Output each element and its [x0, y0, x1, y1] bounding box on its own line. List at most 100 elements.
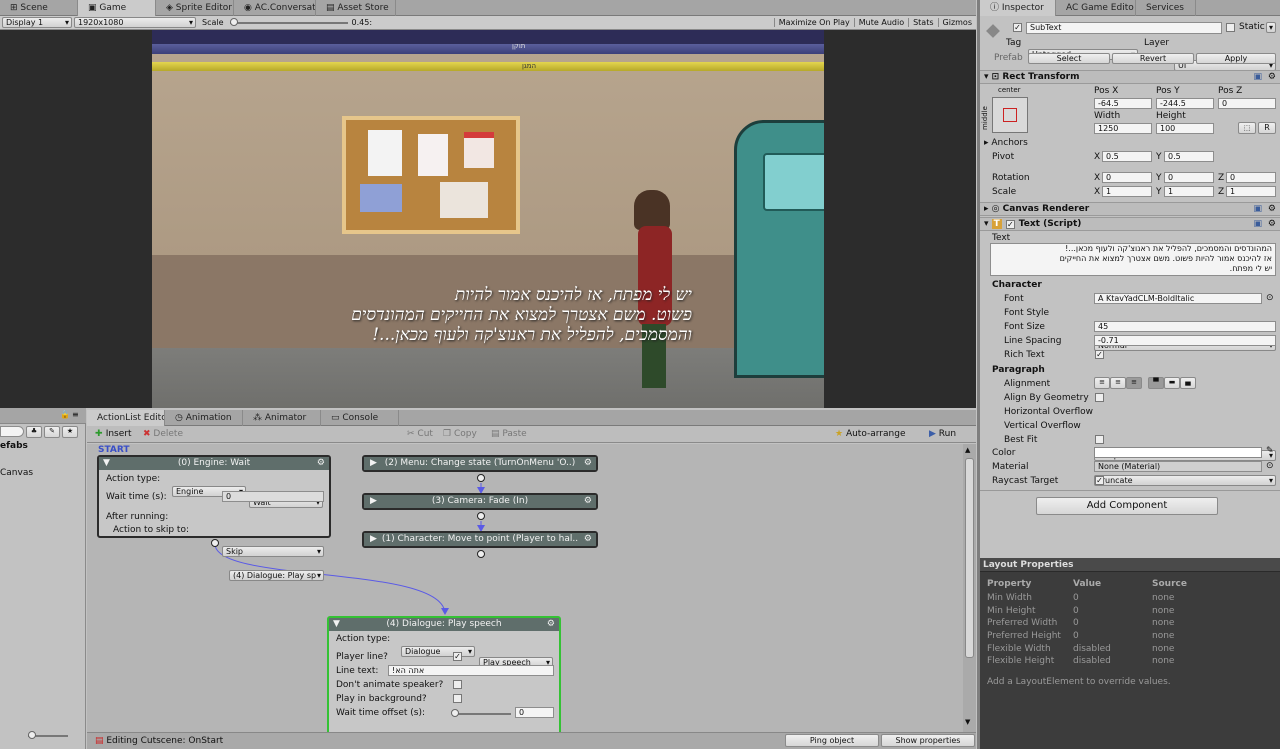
gizmos-button[interactable]: Gizmos: [937, 18, 976, 27]
node-header[interactable]: ▶ (1) Character: Move to point (Player to…: [364, 533, 596, 546]
rot-y-field[interactable]: 0: [1164, 172, 1214, 183]
node-output-pin[interactable]: [211, 539, 219, 547]
line-spacing-field[interactable]: -0.71: [1094, 335, 1276, 346]
tab-console[interactable]: ▭ Console: [321, 410, 399, 426]
delete-button[interactable]: ✖ Delete: [143, 429, 183, 439]
tab-game[interactable]: ▣ Game: [78, 0, 156, 16]
posx-field[interactable]: -64.5: [1094, 98, 1152, 109]
paste-button[interactable]: ▤ Paste: [491, 429, 527, 439]
action-node-dialogue-play-speech[interactable]: ▼ (4) Dialogue: Play speech ⚙ Action type:…: [327, 616, 561, 732]
vertical-overflow-dropdown[interactable]: Truncate: [1094, 475, 1276, 486]
favorites-star-icon[interactable]: ★: [62, 426, 78, 438]
pivot-x-field[interactable]: 0.5: [1102, 151, 1152, 162]
action-category-dropdown[interactable]: Dialogue: [401, 646, 475, 657]
node-header[interactable]: ▶ (2) Menu: Change state (TurnOnMenu 'O..…: [364, 457, 596, 470]
settings-gear-icon[interactable]: ⚙: [547, 618, 555, 631]
help-icon[interactable]: ▣: [1253, 218, 1262, 230]
action-node-engine-wait[interactable]: ▼(0) Engine: Wait⚙ Action type: Engine W…: [97, 455, 331, 581]
static-dropdown[interactable]: [1266, 22, 1276, 33]
tab-inspector[interactable]: ⓘ Inspector: [980, 0, 1056, 16]
copy-button[interactable]: ❐ Copy: [443, 429, 477, 439]
expand-triangle-icon[interactable]: ▶: [370, 457, 377, 470]
tab-animator[interactable]: ⁂ Animator: [243, 410, 321, 426]
raycast-target-checkbox[interactable]: ✓: [1095, 476, 1104, 485]
raw-edit-button[interactable]: R: [1258, 122, 1276, 134]
tab-animation[interactable]: ◷ Animation: [165, 410, 243, 426]
collapse-triangle-icon[interactable]: ▼: [333, 618, 340, 631]
project-search-input[interactable]: [0, 426, 24, 437]
color-swatch[interactable]: [1094, 447, 1262, 458]
tab-asset-store[interactable]: ▤ Asset Store: [316, 0, 396, 16]
dont-animate-checkbox[interactable]: [453, 680, 462, 689]
font-field[interactable]: A KtavYadCLM-BoldItalic: [1094, 293, 1262, 304]
best-fit-checkbox[interactable]: [1095, 435, 1104, 444]
game-viewport[interactable]: תוקן המגן יש לי מפתח, אז להיכנס אמור להי…: [152, 30, 824, 408]
menu-icon[interactable]: ≡: [72, 410, 79, 419]
collapse-triangle-icon[interactable]: ▼: [103, 457, 110, 470]
prefab-revert-button[interactable]: Revert: [1112, 53, 1194, 64]
object-picker-icon[interactable]: ⊙: [1266, 461, 1274, 471]
show-properties-button[interactable]: Show properties: [881, 734, 975, 747]
tab-scene[interactable]: ⊞ Scene: [0, 0, 78, 16]
insert-button[interactable]: ✚ Insert: [95, 429, 132, 439]
eyedropper-icon[interactable]: ✎: [1266, 446, 1274, 456]
prefab-select-button[interactable]: Select: [1028, 53, 1110, 64]
add-component-button[interactable]: Add Component: [1036, 497, 1218, 515]
help-icon[interactable]: ▣: [1253, 71, 1262, 83]
rot-z-field[interactable]: 0: [1226, 172, 1276, 183]
anchor-preset-button[interactable]: [992, 97, 1028, 133]
wait-time-field[interactable]: 0: [222, 491, 324, 502]
filter-type-icon[interactable]: ♣: [26, 426, 42, 438]
actionlist-scrollbar[interactable]: ▲ ▼: [963, 444, 976, 732]
scale-x-field[interactable]: 1: [1102, 186, 1152, 197]
scale-slider[interactable]: [229, 17, 348, 26]
align-center-button[interactable]: ≡: [1110, 377, 1126, 389]
align-top-button[interactable]: ▀: [1148, 377, 1164, 389]
maximize-on-play-button[interactable]: Maximize On Play: [773, 18, 854, 27]
active-checkbox[interactable]: ✓: [1013, 23, 1022, 32]
expand-triangle-icon[interactable]: ▶: [370, 533, 377, 546]
text-content-area[interactable]: המהונדסים והמסמכים, להפליל את ראנוצ'קה ו…: [990, 243, 1276, 276]
tab-ac-conversation[interactable]: ◉ AC.Conversatio: [234, 0, 316, 16]
mute-audio-button[interactable]: Mute Audio: [853, 18, 908, 27]
wait-offset-slider[interactable]: [451, 709, 511, 717]
static-checkbox[interactable]: [1226, 23, 1235, 32]
scale-y-field[interactable]: 1: [1164, 186, 1214, 197]
settings-gear-icon[interactable]: ⚙: [584, 495, 592, 508]
node-header[interactable]: ▼ (4) Dialogue: Play speech ⚙: [329, 618, 559, 631]
node-output-pin[interactable]: [477, 474, 485, 482]
material-field[interactable]: None (Material): [1094, 461, 1262, 472]
settings-gear-icon[interactable]: ⚙: [1268, 71, 1276, 83]
settings-gear-icon[interactable]: ⚙: [584, 457, 592, 470]
action-node-character-move[interactable]: ▶ (1) Character: Move to point (Player to…: [362, 531, 598, 548]
tab-sprite-editor[interactable]: ◈ Sprite Editor: [156, 0, 234, 16]
align-left-button[interactable]: ≡: [1094, 377, 1110, 389]
node-output-pin[interactable]: [477, 550, 485, 558]
blueprint-mode-button[interactable]: ⬚: [1238, 122, 1256, 134]
pivot-y-field[interactable]: 0.5: [1164, 151, 1214, 162]
scroll-up-icon[interactable]: ▲: [965, 446, 970, 454]
tab-ac-game-editor[interactable]: AC Game Edito: [1056, 0, 1136, 16]
run-button[interactable]: ▶ Run: [929, 429, 956, 439]
settings-gear-icon[interactable]: ⚙: [584, 533, 592, 546]
display-dropdown[interactable]: Display 1: [2, 17, 72, 28]
project-item-canvas[interactable]: Canvas: [0, 468, 33, 478]
align-bottom-button[interactable]: ▄: [1180, 377, 1196, 389]
tab-services[interactable]: Services: [1136, 0, 1196, 16]
actionlist-canvas[interactable]: START ▼ (0) Engine: Wait ⚙ Action type: En…: [87, 444, 963, 732]
wait-offset-field[interactable]: 0: [515, 707, 554, 718]
filter-label-icon[interactable]: ✎: [44, 426, 60, 438]
scale-z-field[interactable]: 1: [1226, 186, 1276, 197]
action-node-menu-change-state[interactable]: ▶ (2) Menu: Change state (TurnOnMenu 'O..…: [362, 455, 598, 472]
node-header[interactable]: ▼ (0) Engine: Wait ⚙: [99, 457, 329, 470]
settings-gear-icon[interactable]: ⚙: [1268, 203, 1276, 215]
anchors-foldout[interactable]: ▸ Anchors: [984, 138, 1028, 148]
settings-gear-icon[interactable]: ⚙: [317, 457, 325, 470]
line-text-field[interactable]: !אתה הא: [388, 665, 554, 676]
resolution-dropdown[interactable]: 1920x1080: [74, 17, 196, 28]
height-field[interactable]: 100: [1156, 123, 1214, 134]
help-icon[interactable]: ▣: [1253, 203, 1262, 215]
skip-to-dropdown[interactable]: (4) Dialogue: Play sp: [229, 570, 324, 581]
posy-field[interactable]: -244.5: [1156, 98, 1214, 109]
align-middle-button[interactable]: ▬: [1164, 377, 1180, 389]
